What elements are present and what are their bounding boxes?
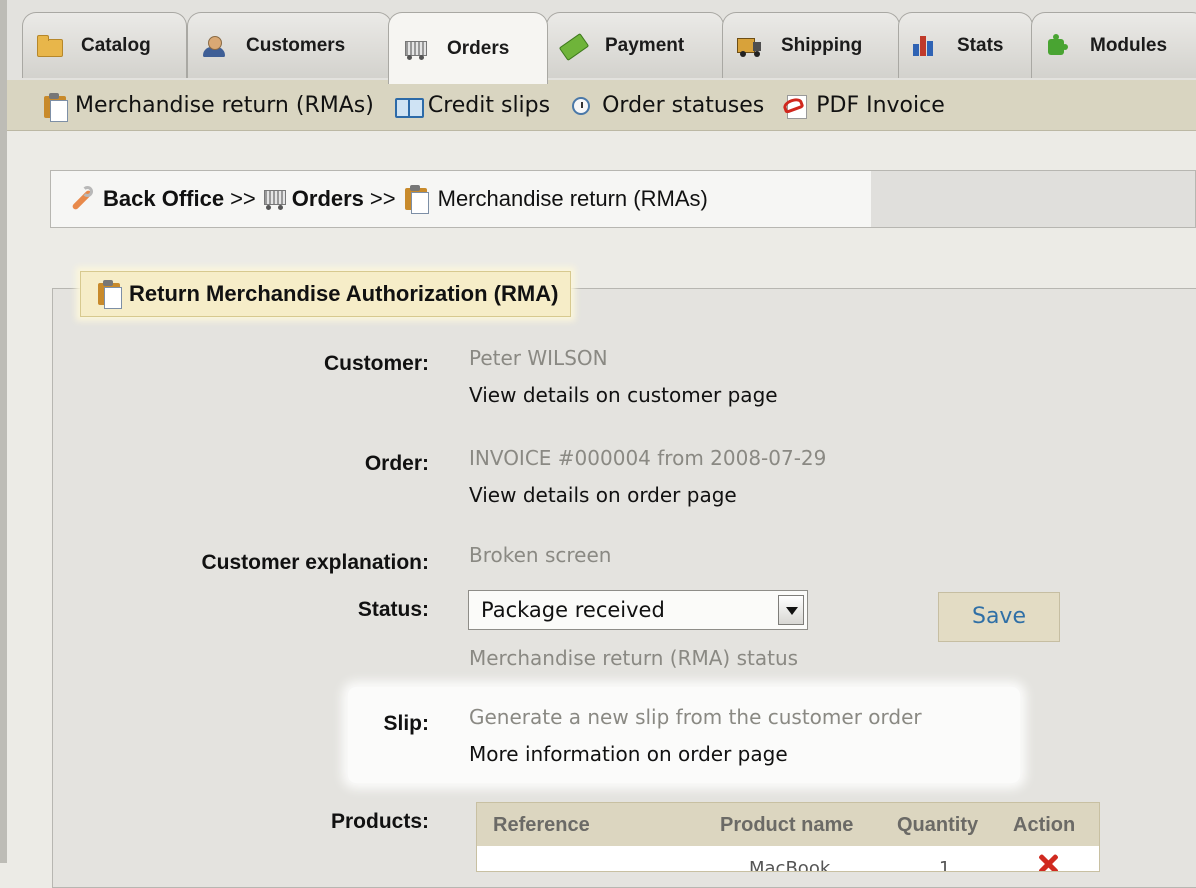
- submenu-credit-slips[interactable]: Credit slips: [394, 92, 550, 118]
- customer-page-link[interactable]: View details on customer page: [469, 383, 778, 407]
- rma-fieldset: [52, 288, 1196, 888]
- save-button[interactable]: Save: [938, 592, 1060, 642]
- tab-customers-label: Customers: [246, 34, 346, 56]
- puzzle-icon: [1046, 33, 1070, 56]
- tab-catalog-label: Catalog: [81, 34, 151, 56]
- status-select[interactable]: Package received: [468, 590, 808, 630]
- money-icon: [558, 32, 590, 61]
- clipboard-icon: [41, 92, 69, 122]
- customer-icon: [202, 35, 226, 57]
- order-label: Order:: [364, 452, 429, 475]
- slip-label: Slip:: [383, 712, 430, 735]
- column-action: Action: [1013, 814, 1076, 836]
- rma-legend-title: Return Merchandise Authorization (RMA): [129, 281, 559, 306]
- breadcrumb-current: Merchandise return (RMAs): [437, 186, 708, 211]
- customer-explanation-value: Broken screen: [469, 543, 612, 567]
- clock-icon: [568, 92, 596, 118]
- bar-chart-icon: [913, 35, 937, 56]
- product-name: MacBook: [749, 858, 831, 872]
- cart-icon: [403, 39, 427, 60]
- status-hint: Merchandise return (RMA) status: [469, 646, 799, 670]
- slip-generate-text: Generate a new slip from the customer or…: [469, 705, 922, 729]
- slip-order-page-link[interactable]: More information on order page: [469, 742, 788, 766]
- tab-modules-label: Modules: [1090, 34, 1168, 56]
- submenu-credit-slips-label: Credit slips: [427, 92, 551, 118]
- order-page-link[interactable]: View details on order page: [469, 483, 737, 507]
- window-edge: [0, 0, 7, 863]
- submenu-pdf-invoice-label: PDF Invoice: [816, 92, 945, 118]
- wrench-icon: [67, 184, 95, 214]
- submenu-order-statuses-label: Order statuses: [602, 92, 765, 118]
- tab-customers[interactable]: Customers: [187, 12, 392, 78]
- tab-shipping[interactable]: Shipping: [722, 12, 900, 78]
- rma-legend: Return Merchandise Authorization (RMA): [80, 271, 572, 317]
- submenu-order-statuses[interactable]: Order statuses: [568, 92, 764, 118]
- main-tab-bar: Catalog Customers Orders Payment Shippin…: [7, 0, 1196, 84]
- submenu-merchandise-return[interactable]: Merchandise return (RMAs): [41, 92, 374, 122]
- breadcrumb-orders[interactable]: Orders: [292, 186, 364, 212]
- products-table-header: Reference Product name Quantity Action: [477, 803, 1099, 846]
- tab-stats[interactable]: Stats: [898, 12, 1033, 78]
- products-label: Products:: [330, 810, 429, 833]
- chevron-down-icon[interactable]: [778, 595, 804, 625]
- breadcrumb-separator: >>: [369, 186, 396, 211]
- breadcrumb-back-office[interactable]: Back Office: [103, 186, 224, 212]
- delete-icon[interactable]: [1037, 852, 1059, 871]
- submenu-merchandise-return-label: Merchandise return (RMAs): [75, 92, 374, 118]
- cart-icon: [262, 184, 286, 214]
- column-quantity: Quantity: [897, 814, 979, 836]
- tab-payment-label: Payment: [605, 34, 685, 56]
- tab-modules[interactable]: Modules: [1031, 12, 1196, 78]
- product-quantity: 1: [939, 858, 951, 872]
- status-selected-value: Package received: [481, 598, 665, 622]
- tab-stats-label: Stats: [957, 34, 1004, 56]
- breadcrumb: Back Office >> Orders >> Merchandise ret…: [50, 170, 1196, 228]
- products-table: Reference Product name Quantity Action M…: [476, 802, 1100, 872]
- customer-label: Customer:: [323, 352, 429, 375]
- orders-submenu: Merchandise return (RMAs) Credit slips O…: [7, 80, 1196, 131]
- customer-name: Peter WILSON: [469, 346, 608, 370]
- tab-catalog[interactable]: Catalog: [22, 12, 187, 78]
- column-reference: Reference: [493, 814, 590, 836]
- truck-icon: [737, 36, 761, 57]
- clipboard-icon: [402, 184, 430, 214]
- customer-explanation-label: Customer explanation:: [201, 551, 429, 574]
- pdf-icon: [781, 92, 810, 119]
- breadcrumb-separator: >>: [230, 186, 256, 211]
- tab-payment[interactable]: Payment: [546, 12, 724, 78]
- tab-shipping-label: Shipping: [781, 34, 863, 56]
- slip-highlight: [348, 687, 1020, 783]
- tab-orders-label: Orders: [447, 37, 510, 59]
- clipboard-icon: [95, 279, 122, 309]
- order-invoice: INVOICE #000004 from 2008-07-29: [469, 446, 827, 470]
- status-label: Status:: [357, 598, 429, 621]
- folder-icon: [37, 34, 63, 57]
- book-icon: [394, 92, 424, 118]
- tab-orders[interactable]: Orders: [388, 12, 548, 84]
- table-row: MacBook 1: [477, 846, 1099, 872]
- submenu-pdf-invoice[interactable]: PDF Invoice: [781, 92, 945, 119]
- column-product-name: Product name: [720, 814, 854, 836]
